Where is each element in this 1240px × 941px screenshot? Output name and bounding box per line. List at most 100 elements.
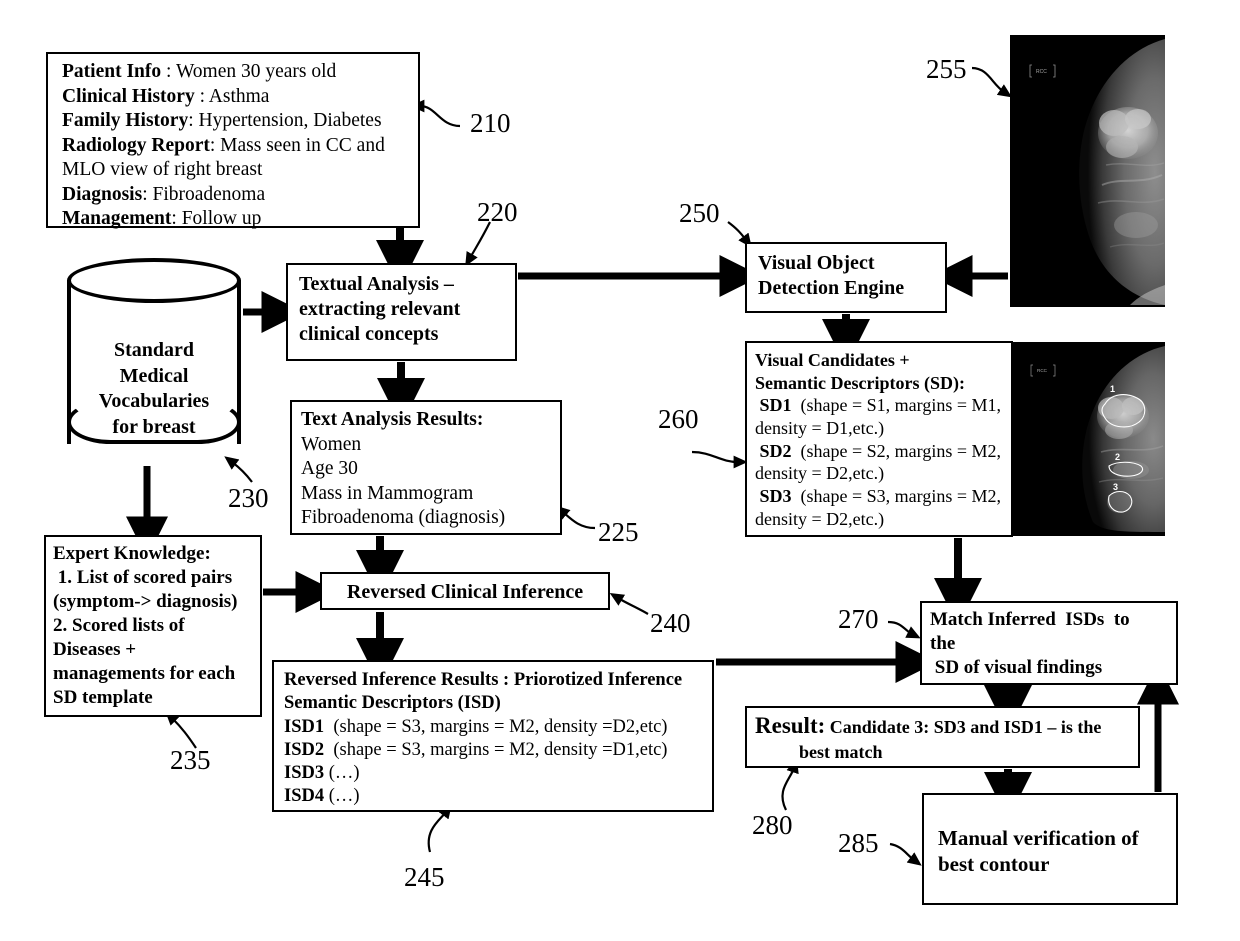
inference-results-title-1: Reversed Inference Results : Priorotized… <box>284 670 683 690</box>
match-isds-to-sd-box: Match Inferred ISDs to the SD of visual … <box>920 601 1178 685</box>
patient-info-label-5: Diagnosis <box>62 183 143 205</box>
candidate-number-1: 1 <box>1110 384 1115 394</box>
textual-analysis-line-1: Textual Analysis – <box>299 273 454 295</box>
candidate-number-3: 3 <box>1113 482 1118 492</box>
patient-info-value-2: : Hypertension, Diabetes <box>188 110 382 132</box>
reference-numeral-280: 280 <box>752 810 793 840</box>
expert-knowledge-line-3: Diseases + <box>53 638 137 660</box>
isd-value-3: (…) <box>324 786 360 807</box>
mammogram-bottom-view-tag: RCC <box>1037 368 1048 373</box>
sd-value-2: (shape = S3, margins = M2, <box>791 486 1001 507</box>
reference-numeral-285: 285 <box>838 828 879 858</box>
text-results-title: Text Analysis Results: <box>301 409 484 430</box>
patient-info-value-5: : Fibroadenoma <box>142 183 266 205</box>
sd-key-0: SD1 <box>755 395 792 416</box>
manual-verif-line-2: best contour <box>938 852 1050 877</box>
expert-knowledge-line-2: 2. Scored lists of <box>53 614 185 636</box>
sd-value-1: (shape = S2, margins = M2, <box>791 440 1001 461</box>
reference-numeral-225: 225 <box>598 517 639 547</box>
inference-results-title-2: Semantic Descriptors (ISD) <box>284 693 501 714</box>
reversed-inference-results-box: Reversed Inference Results : Priorotized… <box>272 660 714 812</box>
reference-numeral-260: 260 <box>658 404 699 434</box>
reference-numeral-210: 210 <box>470 108 511 138</box>
patient-info-label-1: Clinical History <box>62 85 195 107</box>
text-results-item-0: Women <box>301 433 362 455</box>
patient-info-value-1: : Asthma <box>194 85 270 107</box>
match-line-2: the <box>930 632 956 654</box>
result-line-2: best match <box>799 741 883 762</box>
expert-knowledge-line-1: (symptom-> diagnosis) <box>53 590 238 612</box>
isd-key-1: ISD2 <box>284 739 325 760</box>
patient-info-value-0: : Women 30 years old <box>161 61 337 82</box>
textual-analysis-box: Textual Analysis – extracting relevant c… <box>286 263 517 361</box>
patient-info-value-3: : Mass seen in CC and <box>209 134 385 156</box>
reference-numeral-245: 245 <box>404 862 445 892</box>
patient-info-label-2: Family History <box>62 110 189 132</box>
vocab-line-4: for breast <box>112 415 196 438</box>
vocabulary-label: Standard Medical Vocabularies for breast <box>67 338 241 440</box>
mammogram-top-view-tag: RCC <box>1036 69 1047 75</box>
leader-270 <box>887 620 921 639</box>
isd-key-3: ISD4 <box>284 786 325 807</box>
sd-cont-0: density = D1,etc.) <box>755 418 885 439</box>
visual-object-detection-engine-box: Visual Object Detection Engine <box>745 242 947 313</box>
reference-numeral-255: 255 <box>926 54 967 84</box>
isd-value-1: (shape = S3, margins = M2, density =D1,e… <box>324 739 668 760</box>
match-line-3: SD of visual findings <box>930 656 1103 678</box>
reference-numeral-235: 235 <box>170 745 211 775</box>
sd-cont-1: density = D2,etc.) <box>755 463 885 484</box>
visual-candidates-title-1: Visual Candidates + <box>755 350 910 370</box>
expert-knowledge-line-5: SD template <box>53 686 153 708</box>
manual-verification-box: Manual verification of best contour <box>922 793 1178 905</box>
result-prefix: Result: <box>755 713 826 738</box>
sd-value-0: (shape = S1, margins = M1, <box>791 395 1001 416</box>
vocab-line-1: Standard <box>113 339 195 361</box>
leader-280 <box>781 758 799 811</box>
reference-numeral-240: 240 <box>650 608 691 638</box>
reference-numeral-220: 220 <box>477 197 518 227</box>
result-line-1: Candidate 3: SD3 and ISD1 – is the <box>825 717 1102 737</box>
leader-240 <box>609 593 649 615</box>
text-results-item-1: Age 30 <box>301 458 358 480</box>
leader-260 <box>691 450 748 469</box>
cylinder-top-ellipse <box>67 258 241 303</box>
mammogram-bottom-render: 1 2 3 RCC <box>1013 342 1165 536</box>
expert-knowledge-box: Expert Knowledge: 1. List of scored pair… <box>44 535 262 717</box>
leader-210 <box>410 99 461 128</box>
mammogram-top-render: RCC <box>1010 35 1165 307</box>
mammogram-image-with-candidates: 1 2 3 RCC <box>1013 342 1165 536</box>
leader-235 <box>165 711 197 749</box>
text-results-item-3: Fibroadenoma (diagnosis) <box>301 507 506 529</box>
patient-info-value-4: MLO view of right breast <box>62 159 263 181</box>
visual-candidates-box: Visual Candidates + Semantic Descriptors… <box>745 341 1013 537</box>
reference-numeral-270: 270 <box>838 604 879 634</box>
text-analysis-results-box: Text Analysis Results: Women Age 30 Mass… <box>290 400 562 535</box>
patient-info-label-3: Radiology Report <box>62 134 210 156</box>
vocab-line-2: Medical <box>119 364 189 387</box>
text-results-item-2: Mass in Mammogram <box>301 482 474 504</box>
patient-info-box: Patient Info : Women 30 years old Clinic… <box>46 52 420 230</box>
reference-numeral-230: 230 <box>228 483 269 513</box>
leader-255 <box>971 66 1013 98</box>
reference-numeral-250: 250 <box>679 198 720 228</box>
isd-value-2: (…) <box>324 763 360 784</box>
candidate-number-2: 2 <box>1115 452 1120 462</box>
textual-analysis-line-2: extracting relevant <box>299 298 461 321</box>
vocab-line-3: Vocabularies <box>98 390 210 413</box>
isd-key-2: ISD3 <box>284 763 325 784</box>
patient-info-label-0: Patient Info <box>62 61 162 82</box>
sd-key-1: SD2 <box>755 440 792 461</box>
expert-knowledge-title: Expert Knowledge: <box>53 543 211 564</box>
patient-info-value-6: : Follow up <box>171 208 262 230</box>
vod-line-1: Visual Object <box>758 252 875 274</box>
textual-analysis-line-3: clinical concepts <box>299 323 439 346</box>
result-box: Result: Candidate 3: SD3 and ISD1 – is t… <box>745 706 1140 768</box>
vod-line-2: Detection Engine <box>758 277 905 300</box>
patient-info-label-6: Management <box>62 208 172 230</box>
leader-225 <box>555 505 596 530</box>
mammogram-image-top: RCC <box>1010 35 1165 307</box>
standard-medical-vocabularies-database: Standard Medical Vocabularies for breast <box>67 258 241 466</box>
isd-value-0: (shape = S3, margins = M2, density =D2,e… <box>324 716 668 737</box>
leader-245 <box>427 804 452 853</box>
leader-250 <box>727 221 752 248</box>
